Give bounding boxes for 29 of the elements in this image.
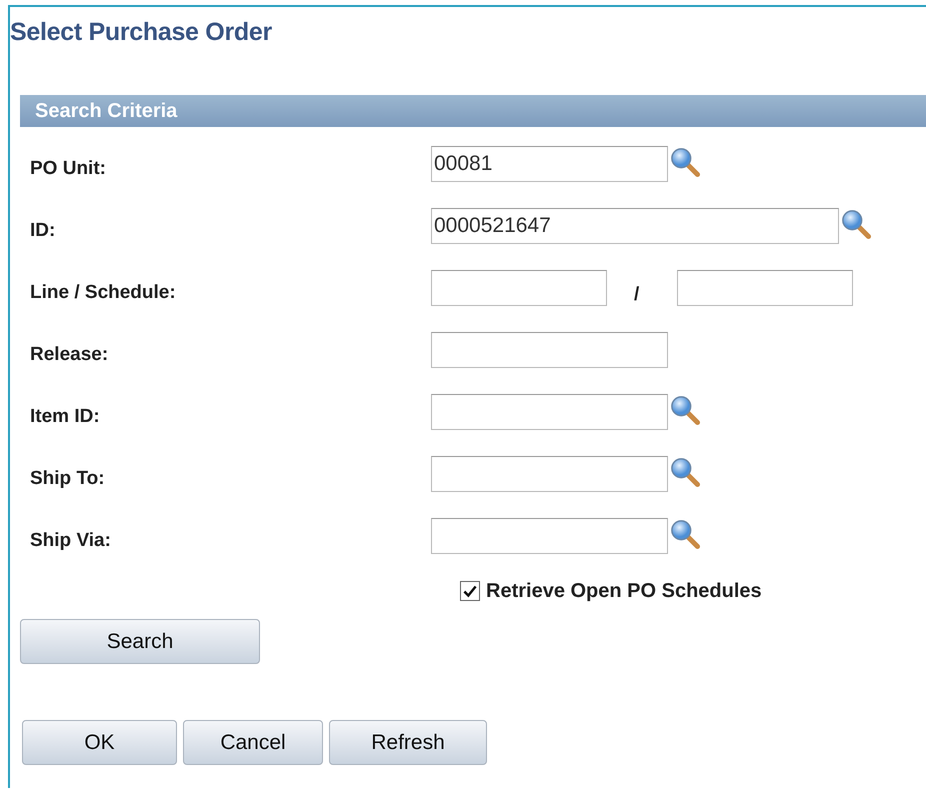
field-label: Release:	[29, 343, 110, 367]
checkbox[interactable]	[460, 581, 480, 601]
search-button[interactable]: Search	[20, 619, 260, 664]
cancel-button[interactable]: Cancel	[183, 720, 323, 765]
input-field[interactable]	[677, 270, 854, 306]
checkbox-label: Retrieve Open PO Schedules	[486, 580, 762, 602]
page-title: Select Purchase Order	[10, 17, 273, 48]
field-label: PO Unit:	[29, 157, 107, 181]
input-field[interactable]	[431, 394, 668, 430]
input-field[interactable]	[431, 270, 607, 306]
search-icon[interactable]	[670, 395, 700, 425]
input-field[interactable]: 00081	[431, 146, 668, 182]
field-label: Item ID:	[29, 405, 101, 429]
field-label: ID:	[29, 219, 56, 243]
section-header: Search Criteria	[20, 95, 926, 127]
input-field[interactable]	[431, 332, 668, 368]
search-icon[interactable]	[670, 147, 700, 177]
field-label: Ship Via:	[29, 529, 112, 553]
search-icon[interactable]	[841, 209, 871, 239]
input-field[interactable]: 0000521647	[431, 208, 839, 244]
input-field[interactable]	[431, 518, 668, 554]
refresh-button[interactable]: Refresh	[329, 720, 487, 765]
search-icon[interactable]	[670, 519, 700, 549]
separator-text: /	[634, 284, 640, 306]
search-icon[interactable]	[670, 457, 700, 487]
input-field[interactable]	[431, 456, 668, 492]
field-label: Line / Schedule:	[29, 281, 177, 305]
ok-button[interactable]: OK	[22, 720, 177, 765]
field-label: Ship To:	[29, 467, 106, 491]
